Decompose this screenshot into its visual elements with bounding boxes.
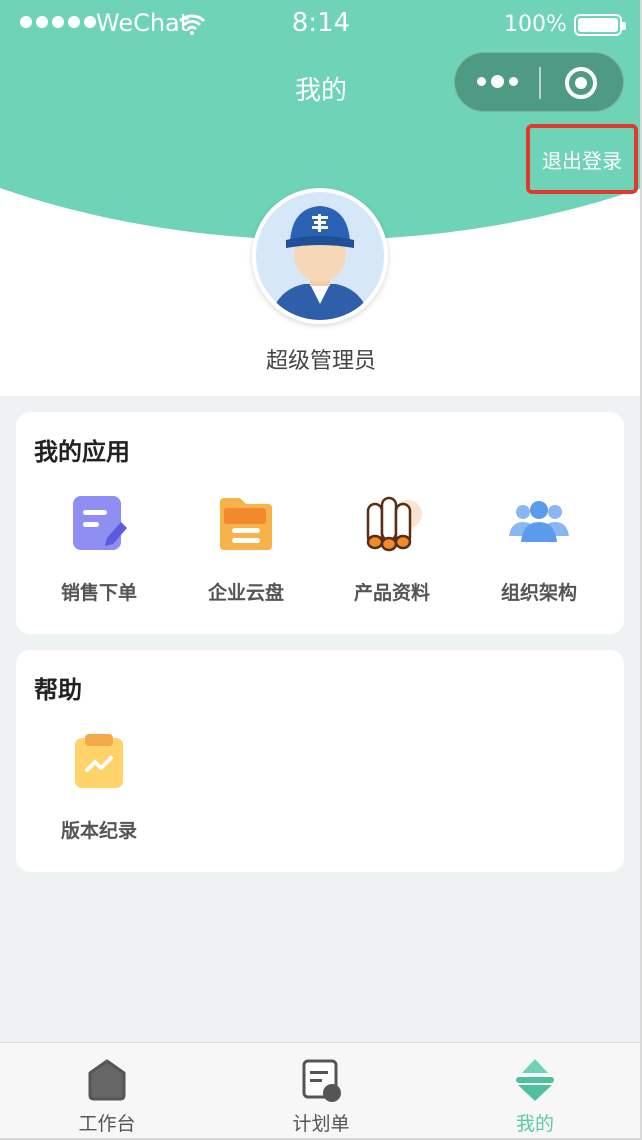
app-label: 销售下单 — [60, 582, 137, 604]
plan-icon — [302, 1059, 341, 1102]
battery-percent: 100% — [504, 12, 567, 37]
tab-workbench[interactable]: 工作台 — [0, 1043, 214, 1140]
my-apps-title: 我的应用 — [34, 438, 130, 466]
tab-label: 工作台 — [78, 1113, 136, 1135]
close-miniprogram-icon[interactable] — [565, 67, 597, 99]
cloud-drive-icon — [220, 498, 272, 550]
app-cloud-drive[interactable]: 企业云盘 — [173, 492, 319, 605]
tab-bar: 工作台 计划单 我的 — [0, 1042, 642, 1140]
help-card: 帮助 版本纪录 — [16, 650, 624, 872]
profile-icon — [516, 1059, 554, 1101]
help-version-log[interactable]: 版本纪录 — [26, 730, 172, 843]
product-docs-icon — [366, 496, 422, 552]
capsule-divider — [539, 67, 541, 99]
app-label: 企业云盘 — [207, 582, 284, 604]
workbench-icon — [88, 1059, 126, 1101]
more-icon[interactable] — [477, 75, 518, 88]
app-product-docs[interactable]: 产品资料 — [319, 492, 465, 605]
tab-label: 计划单 — [292, 1113, 350, 1135]
app-label: 组织架构 — [500, 582, 577, 604]
tab-plan[interactable]: 计划单 — [214, 1043, 428, 1140]
status-bar: WeChat 8:14 100% — [0, 0, 642, 50]
miniprogram-capsule — [454, 52, 624, 112]
profile-header: WeChat 8:14 100% 我的 退出登录 超级管理员 — [0, 0, 642, 396]
avatar-image — [256, 192, 384, 320]
username: 超级管理员 — [265, 349, 376, 374]
tab-label: 我的 — [515, 1113, 554, 1135]
avatar[interactable] — [252, 188, 388, 324]
app-org-structure[interactable]: 组织架构 — [466, 492, 612, 605]
help-label: 版本纪录 — [60, 820, 137, 842]
battery-icon — [574, 14, 626, 36]
sales-order-icon — [73, 496, 127, 550]
logout-button[interactable]: 退出登录 — [526, 124, 638, 194]
app-label: 产品资料 — [353, 582, 430, 604]
help-title: 帮助 — [34, 676, 82, 704]
tab-profile[interactable]: 我的 — [428, 1043, 642, 1140]
my-apps-card: 我的应用 销售下单 企业云盘 产品资料 组织架构 — [16, 412, 624, 634]
version-log-icon — [75, 734, 123, 788]
org-structure-icon — [509, 501, 569, 542]
app-sales-order[interactable]: 销售下单 — [26, 492, 172, 605]
